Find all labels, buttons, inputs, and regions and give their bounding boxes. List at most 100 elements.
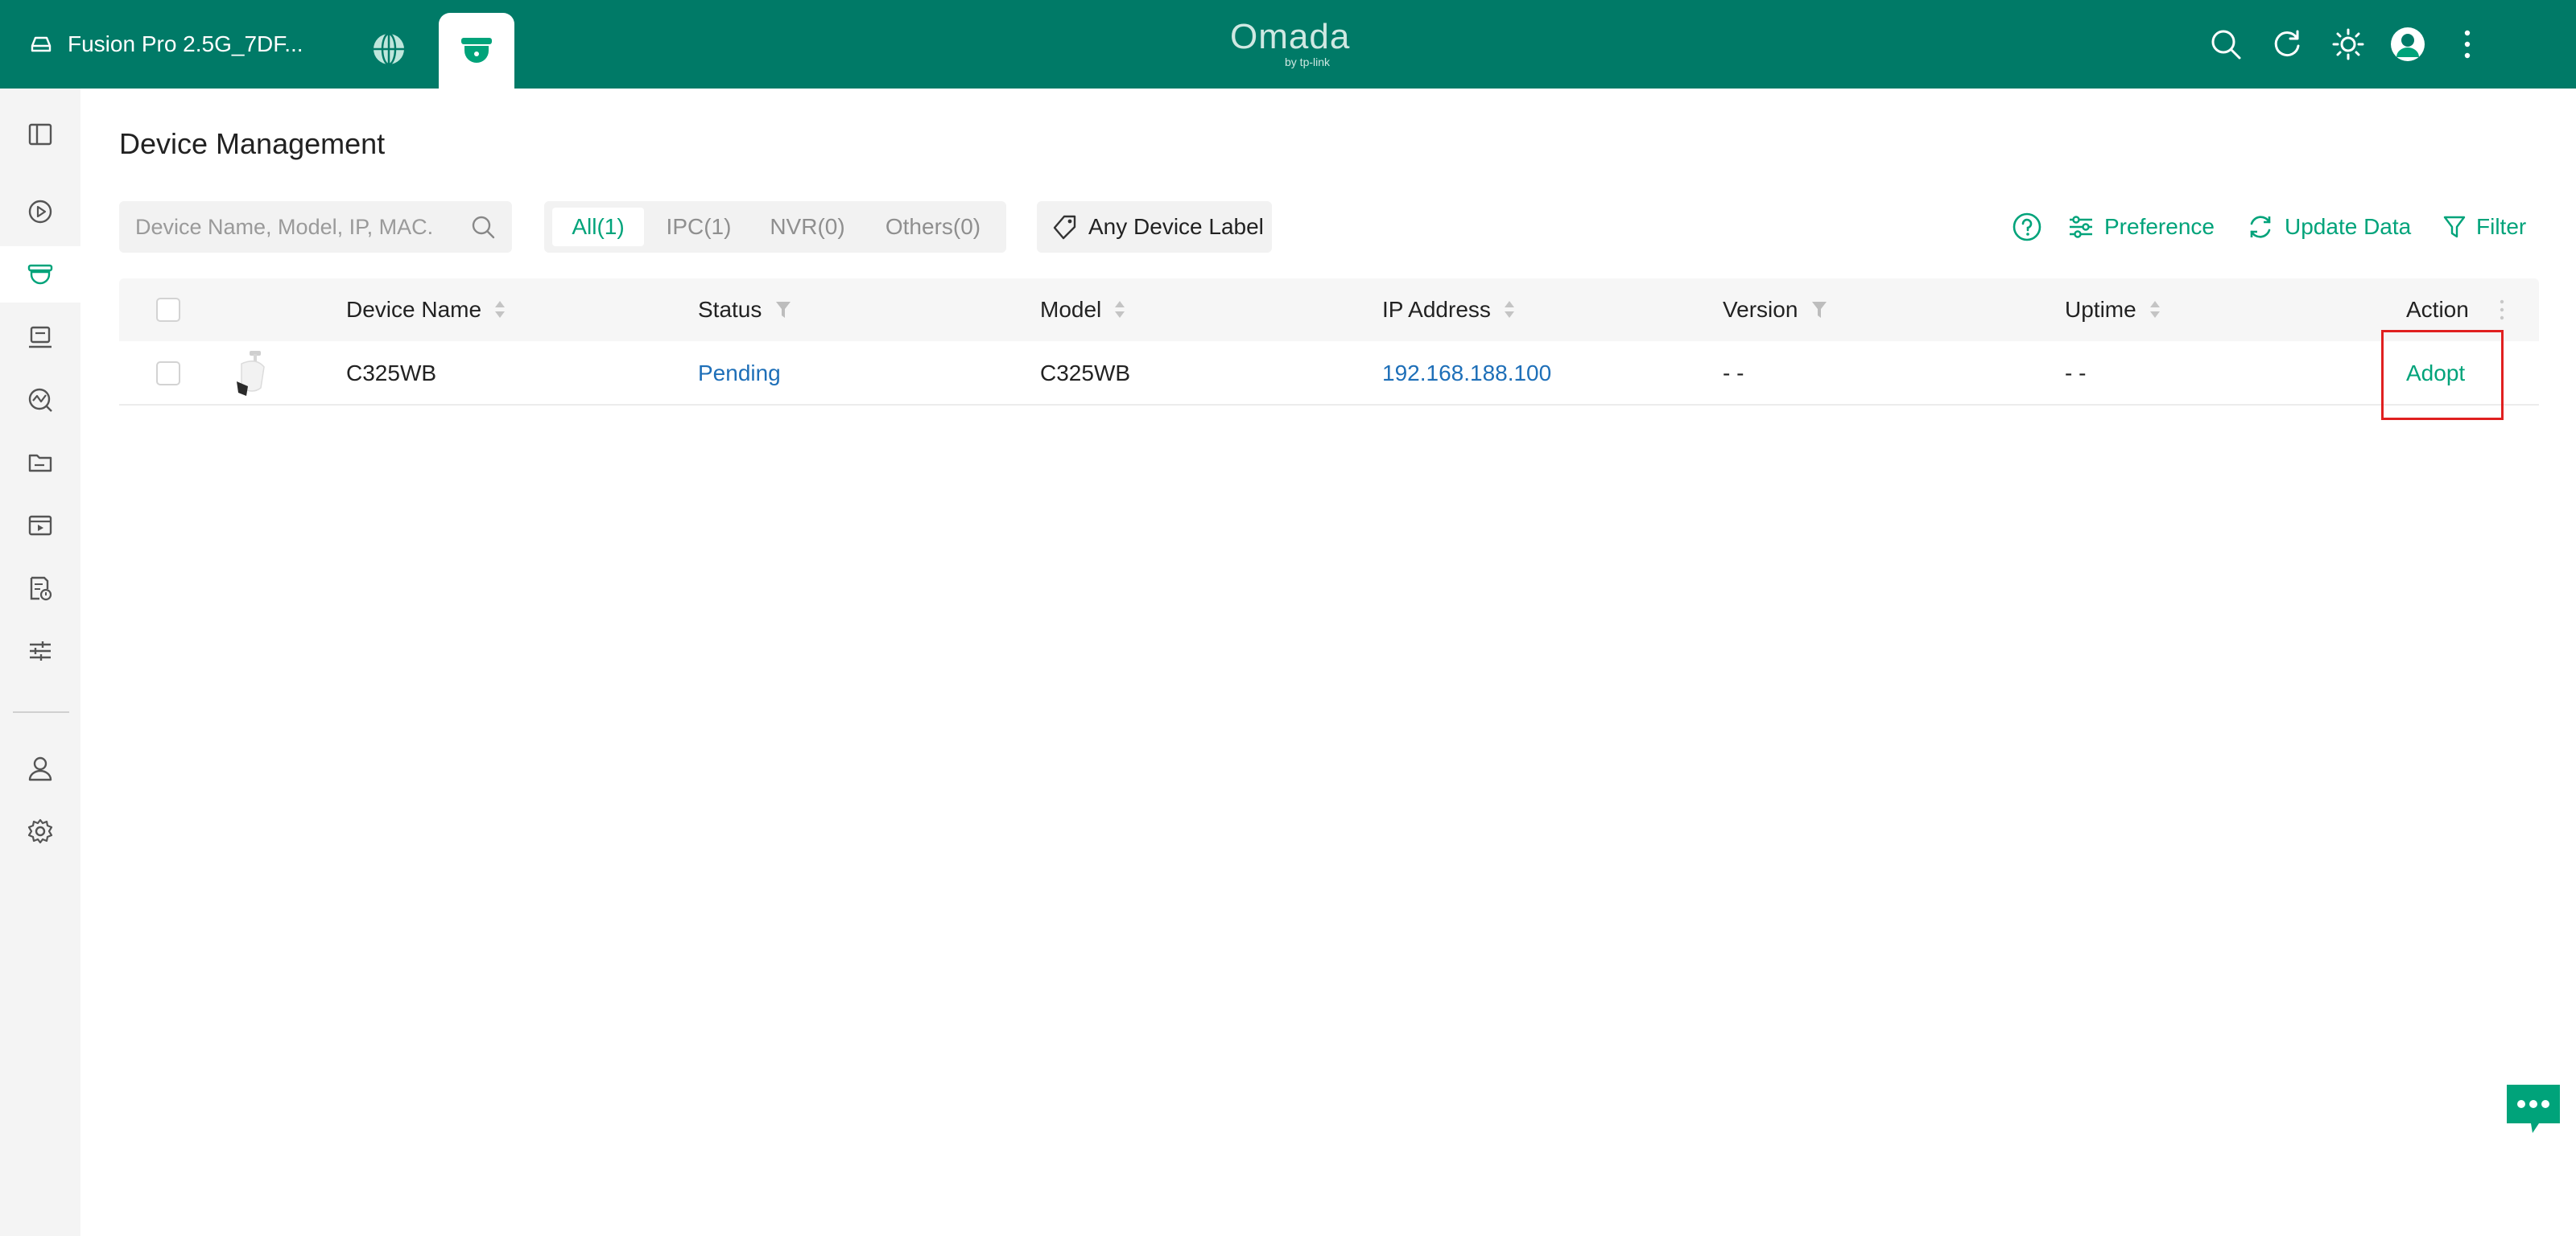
sidebar-item-settings[interactable] — [0, 623, 80, 679]
bullet-camera-icon — [237, 351, 265, 396]
search-input[interactable] — [135, 201, 457, 253]
camera-icon — [27, 264, 53, 285]
filter-button[interactable]: Filter — [2442, 201, 2526, 253]
sidebar-item-video-wall[interactable] — [0, 497, 80, 554]
cell-uptime: - - — [2065, 360, 2087, 385]
insight-icon — [28, 388, 52, 412]
folder-icon — [28, 454, 52, 472]
log-icon — [30, 576, 52, 601]
device-label-filter[interactable]: Any Device Label — [1037, 201, 1272, 253]
filter-label: Filter — [2476, 214, 2527, 239]
top-bar: Fusion Pro 2.5G_7DF... Omada by tp-link — [0, 0, 2576, 89]
sidebar-item-playback[interactable] — [0, 183, 80, 240]
column-ip-label: IP Address — [1382, 297, 1491, 322]
cell-version: - - — [1723, 360, 1744, 385]
refresh-button[interactable] — [2267, 24, 2307, 64]
select-all-checkbox[interactable] — [156, 278, 180, 341]
device-type-filter: All(1) IPC(1) NVR(0) Others(0) — [544, 201, 1006, 253]
table-header: Device Name Status Model IP Address Vers… — [119, 278, 2539, 341]
device-label-text: Any Device Label — [1088, 214, 1264, 239]
column-ip-address[interactable]: IP Address — [1382, 278, 1515, 341]
help-button[interactable] — [2011, 201, 2053, 253]
sun-icon — [2332, 28, 2364, 60]
logo-text: Omada — [1230, 17, 1351, 56]
column-model[interactable]: Model — [1040, 278, 1125, 341]
tab-others[interactable]: Others(0) — [866, 208, 1000, 246]
search-button[interactable] — [2206, 24, 2246, 64]
update-data-button[interactable]: Update Data — [2246, 201, 2411, 253]
more-button[interactable] — [2447, 24, 2487, 64]
avatar[interactable] — [2388, 24, 2428, 64]
row-checkbox[interactable] — [156, 341, 180, 406]
more-vertical-icon — [2500, 299, 2504, 320]
column-model-label: Model — [1040, 297, 1102, 322]
chat-button[interactable] — [2504, 1078, 2563, 1138]
update-data-label: Update Data — [2285, 214, 2412, 239]
omada-logo: Omada by tp-link — [1230, 17, 1351, 69]
column-status-label: Status — [698, 297, 762, 322]
playback-icon — [28, 200, 52, 224]
tab-nvr[interactable]: NVR(0) — [753, 208, 861, 246]
funnel-icon — [2443, 216, 2466, 238]
sort-icon[interactable] — [1114, 300, 1125, 319]
refresh-icon — [2250, 216, 2271, 238]
refresh-icon — [2274, 30, 2300, 57]
sidebar-item-device-list[interactable] — [0, 309, 80, 365]
sidebar-toggle[interactable] — [0, 106, 80, 163]
user-icon — [28, 756, 52, 781]
preference-button[interactable]: Preference — [2067, 201, 2215, 253]
column-device-name-label: Device Name — [346, 297, 482, 322]
cell-device-name: C325WB — [346, 360, 437, 385]
sliders-icon — [2070, 216, 2092, 238]
surveillance-tab[interactable] — [439, 13, 514, 89]
device-name: Fusion Pro 2.5G_7DF... — [68, 31, 303, 56]
device-list-icon — [29, 326, 52, 348]
cell-ip-address[interactable]: 192.168.188.100 — [1382, 341, 1551, 406]
search-box[interactable] — [119, 201, 512, 253]
sort-icon[interactable] — [2149, 300, 2161, 319]
device-thumbnail — [229, 341, 277, 406]
tab-all[interactable]: All(1) — [552, 208, 644, 246]
avatar-icon — [2391, 27, 2425, 61]
tag-icon — [1053, 215, 1076, 240]
settings-sliders-icon — [30, 641, 51, 661]
help-icon — [2013, 212, 2041, 241]
globe-icon — [374, 32, 404, 66]
preference-label: Preference — [2104, 214, 2215, 239]
search-icon[interactable] — [470, 214, 496, 240]
column-device-name[interactable]: Device Name — [346, 278, 506, 341]
column-uptime[interactable]: Uptime — [2065, 278, 2161, 341]
column-status[interactable]: Status — [698, 278, 792, 341]
logo-subtext: by tp-link — [1285, 56, 1331, 68]
column-uptime-label: Uptime — [2065, 297, 2136, 322]
device-selector[interactable]: Fusion Pro 2.5G_7DF... — [29, 0, 303, 89]
video-wall-icon — [28, 515, 52, 536]
filter-icon[interactable] — [774, 299, 792, 320]
column-version-label: Version — [1723, 297, 1798, 322]
sidebar-item-devices[interactable] — [0, 246, 80, 303]
router-icon — [31, 36, 52, 52]
sort-icon[interactable] — [494, 300, 506, 319]
theme-toggle[interactable] — [2328, 24, 2368, 64]
filter-icon[interactable] — [1810, 299, 1828, 320]
sort-icon[interactable] — [1504, 300, 1515, 319]
column-version[interactable]: Version — [1723, 278, 1828, 341]
column-action-label: Action — [2406, 297, 2469, 322]
sidebar-item-account[interactable] — [0, 740, 80, 797]
more-vertical-icon — [2464, 30, 2471, 59]
network-tab[interactable] — [364, 24, 414, 74]
sidebar-item-system[interactable] — [0, 803, 80, 859]
sidebar-divider — [13, 711, 69, 713]
page-title: Device Management — [119, 127, 386, 160]
adopt-highlight-box — [2381, 330, 2504, 420]
sidebar-item-insight[interactable] — [0, 372, 80, 428]
table-row[interactable]: C325WB Pending C325WB 192.168.188.100 - … — [119, 341, 2539, 406]
sidebar-item-logs[interactable] — [0, 560, 80, 616]
gear-icon — [27, 818, 53, 844]
sidebar-toggle-icon — [28, 123, 52, 146]
sidebar-item-files[interactable] — [0, 435, 80, 491]
cell-model: C325WB — [1040, 360, 1131, 385]
camera-dome-icon — [461, 38, 492, 63]
search-icon — [2211, 30, 2241, 60]
tab-ipc[interactable]: IPC(1) — [649, 208, 749, 246]
